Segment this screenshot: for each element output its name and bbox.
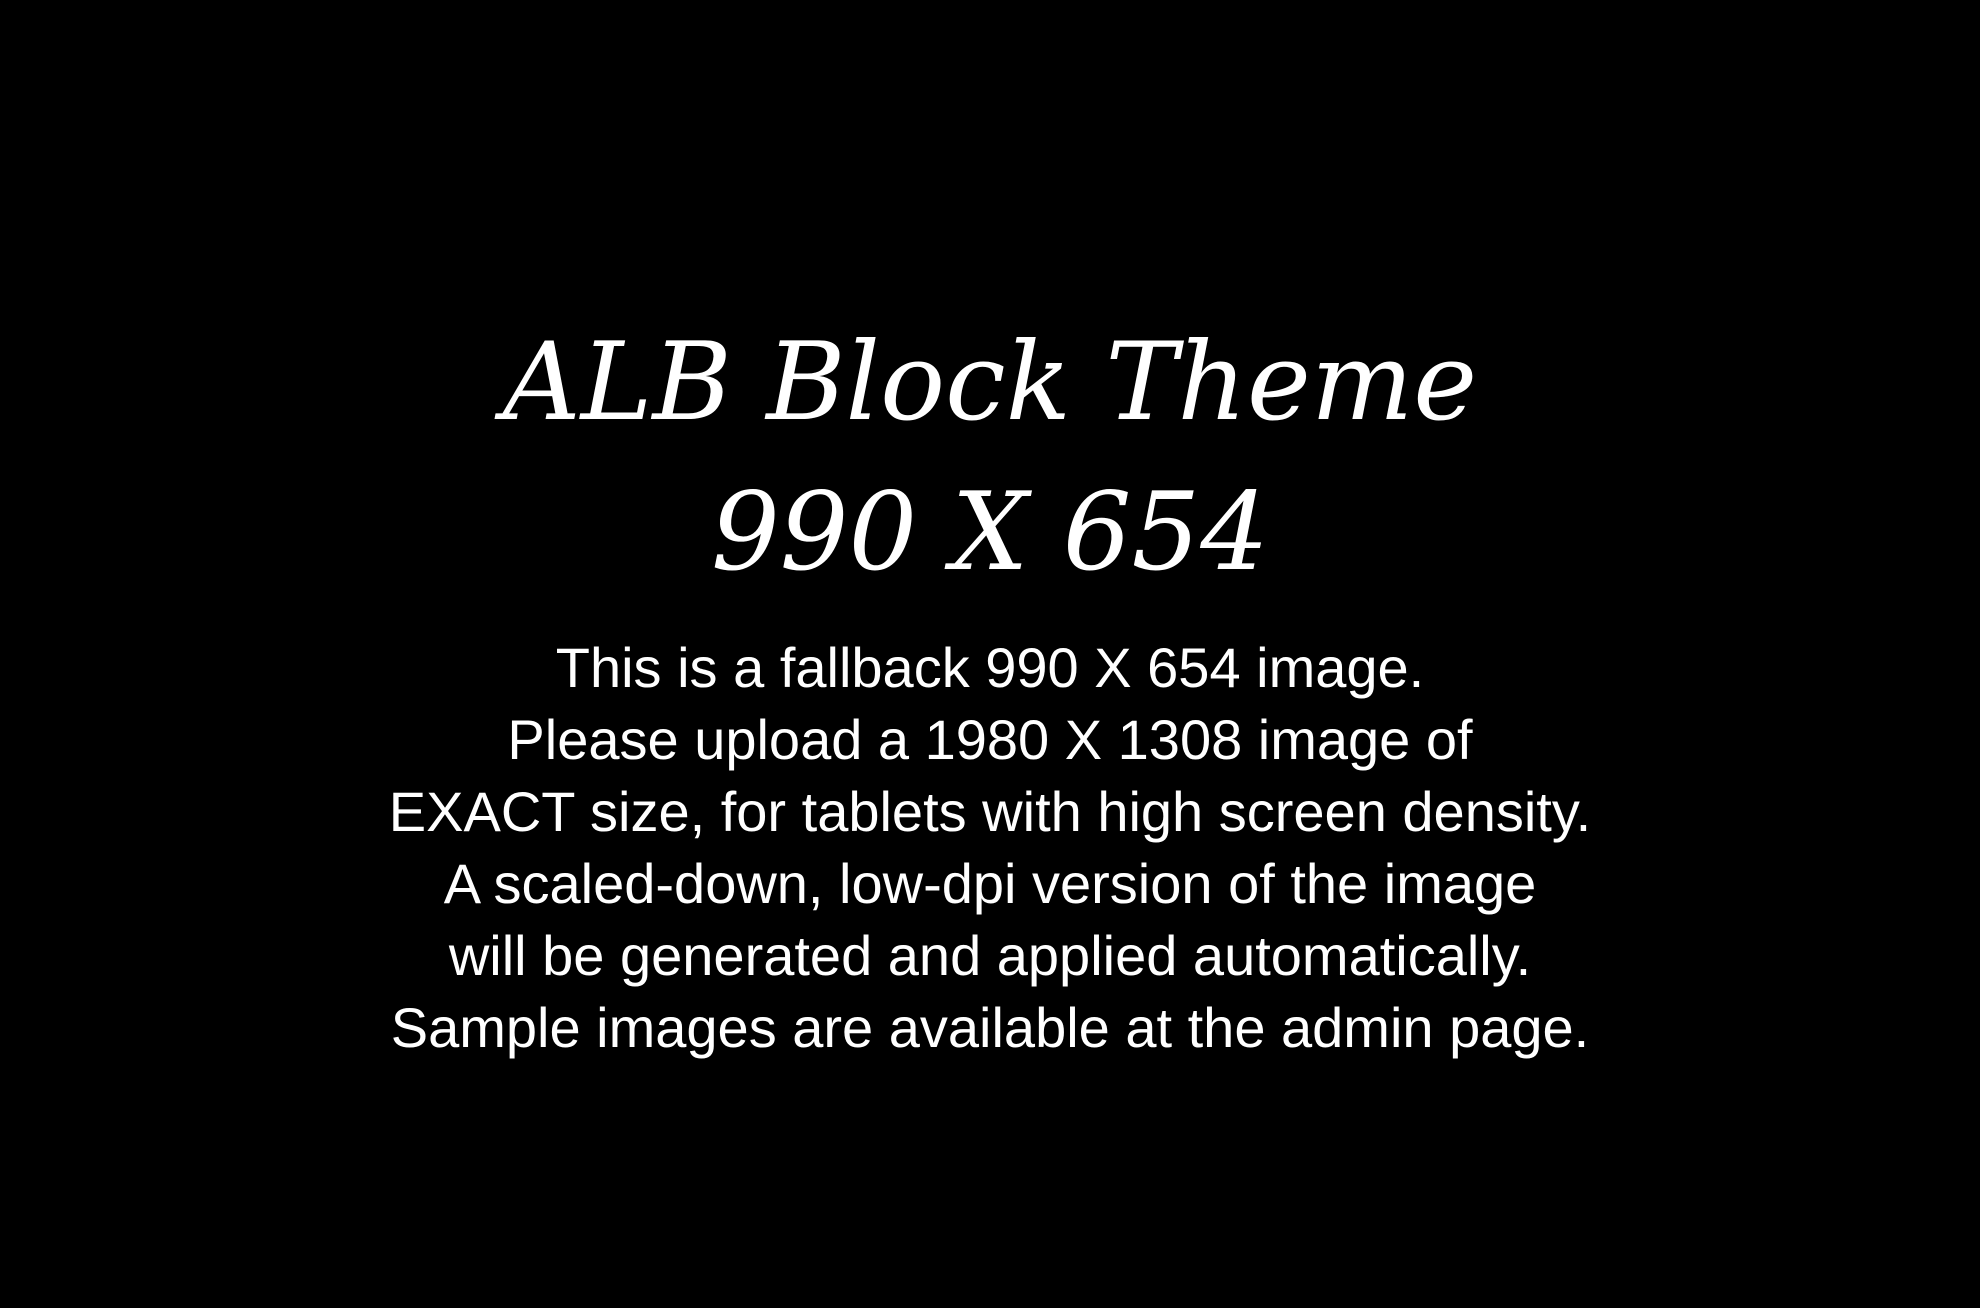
placeholder-image: ALB Block Theme 990 X 654 This is a fall… (0, 0, 1980, 1308)
instruction-line: A scaled-down, low-dpi version of the im… (443, 852, 1537, 915)
theme-title: ALB Block Theme (502, 320, 1478, 445)
instructions-text: This is a fallback 990 X 654 image. Plea… (0, 632, 1980, 1064)
image-dimensions: 990 X 654 (711, 470, 1269, 595)
instruction-line: will be generated and applied automatica… (448, 924, 1532, 987)
instruction-line: This is a fallback 990 X 654 image. (555, 636, 1425, 699)
instruction-line: Please upload a 1980 X 1308 image of (507, 708, 1473, 771)
instruction-line: Sample images are available at the admin… (390, 996, 1590, 1059)
instruction-line: EXACT size, for tablets with high screen… (388, 780, 1592, 843)
